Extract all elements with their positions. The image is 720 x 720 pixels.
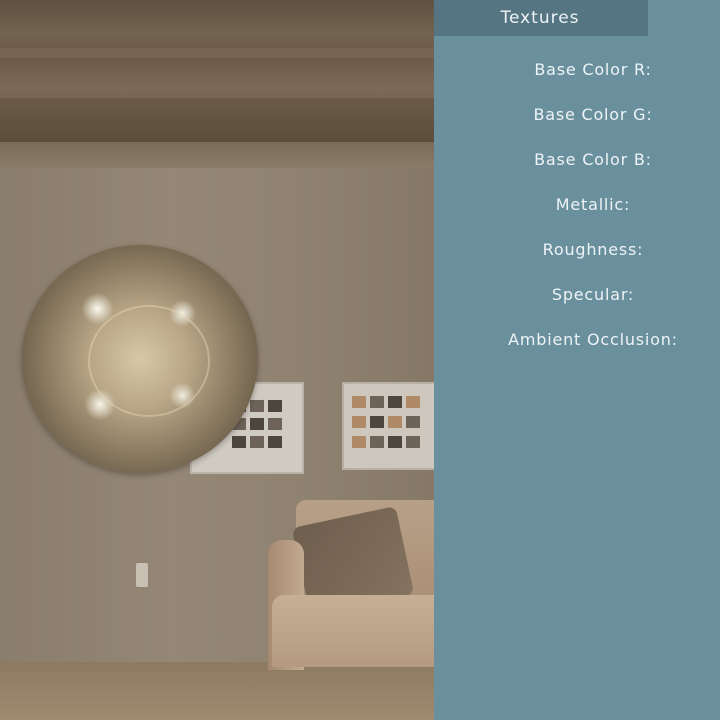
property-row-base-color-r: Base Color R: <box>434 59 720 104</box>
tab-textures-label: Textures <box>500 8 580 28</box>
ceiling-beam <box>0 58 434 90</box>
property-row-specular: Specular: <box>434 284 720 329</box>
property-label: Base Color B: <box>534 150 652 169</box>
sphere-reflection <box>88 305 210 417</box>
property-row-base-color-b: Base Color B: <box>434 149 720 194</box>
wall-picture-frame <box>342 382 434 470</box>
property-label: Specular: <box>551 285 635 304</box>
property-label: Ambient Occlusion: <box>508 330 678 349</box>
wall-outlet <box>136 563 148 587</box>
property-row-metallic: Metallic: <box>434 194 720 239</box>
property-label: Base Color G: <box>533 105 653 124</box>
property-row-base-color-g: Base Color G: <box>434 104 720 149</box>
ceiling-edge <box>0 142 434 168</box>
property-row-roughness: Roughness: <box>434 239 720 284</box>
property-label: Metallic: <box>555 195 631 214</box>
ceiling-beam <box>0 98 434 143</box>
tab-textures[interactable]: Textures <box>434 0 648 36</box>
property-label: Roughness: <box>542 240 644 259</box>
3d-viewport[interactable] <box>0 0 434 720</box>
property-list: Base Color R: Base Color G: Base Color B… <box>434 59 720 374</box>
app-root: Textures Base Color R: Base Color G: Bas… <box>0 0 720 720</box>
background-floor <box>0 662 434 720</box>
property-label: Base Color R: <box>534 60 652 79</box>
material-properties-panel: Textures Base Color R: Base Color G: Bas… <box>434 0 720 720</box>
ceiling-beam <box>0 0 434 48</box>
property-row-ambient-occlusion: Ambient Occlusion: <box>434 329 720 374</box>
sofa-seat <box>272 595 434 667</box>
